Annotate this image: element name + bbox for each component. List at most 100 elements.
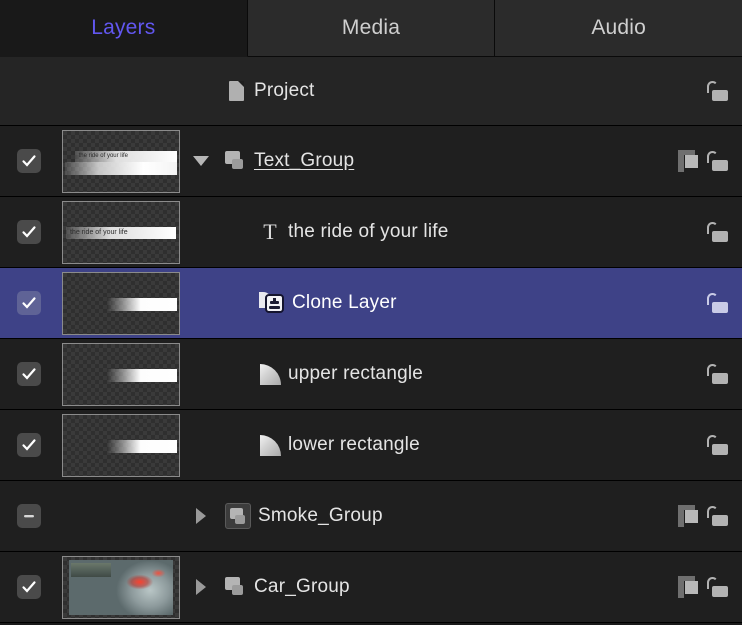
visibility-checkbox[interactable] — [17, 149, 41, 173]
checkmark-icon — [21, 295, 37, 311]
mask-icon-side-bar — [678, 580, 684, 598]
clone-layer-thumbnail[interactable] — [62, 272, 180, 335]
layer-name-text[interactable]: the ride of your life — [288, 221, 449, 243]
layer-name-lower-rectangle[interactable]: lower rectangle — [288, 434, 420, 456]
tab-layers-label: Layers — [91, 16, 155, 40]
checkmark-icon — [21, 437, 37, 453]
group-icon-boxed — [225, 503, 251, 529]
lower-rect-right-icons — [706, 434, 742, 456]
mask-icon[interactable] — [678, 576, 698, 598]
unlock-icon-body — [712, 231, 728, 242]
text-group-icon-wrap — [218, 151, 254, 171]
mask-icon-side-bar — [678, 509, 684, 527]
clone-stamp-icon-box — [265, 294, 284, 313]
stamp-cap — [270, 301, 279, 304]
mask-icon-square — [685, 510, 698, 523]
lower-rectangle-thumbnail[interactable] — [62, 414, 180, 477]
project-right-icons — [706, 80, 742, 102]
mask-icon-side-bar — [678, 154, 684, 172]
panel-tab-bar: Layers Media Audio — [0, 0, 742, 57]
mask-icon-square — [685, 155, 698, 168]
text-group-disclosure-slot — [184, 156, 218, 166]
chevron-right-icon[interactable] — [196, 579, 206, 595]
unlock-icon[interactable] — [706, 221, 728, 243]
text-layer-thumbnail[interactable]: the ride of your life — [62, 201, 180, 264]
visibility-checkbox[interactable] — [17, 291, 41, 315]
unlock-icon[interactable] — [706, 80, 728, 102]
clone-thumbnail-slot — [58, 272, 184, 335]
unlock-icon[interactable] — [706, 150, 728, 172]
tab-media[interactable]: Media — [248, 0, 496, 57]
visibility-checkbox-mixed[interactable] — [17, 504, 41, 528]
upper-rect-right-icons — [706, 363, 742, 385]
thumbnail-gradient-bar — [107, 369, 177, 382]
car-group-thumbnail[interactable] — [62, 556, 180, 619]
clone-stamp-icon — [259, 291, 285, 315]
unlock-icon[interactable] — [706, 292, 728, 314]
checkmark-icon — [21, 224, 37, 240]
unlock-icon[interactable] — [706, 363, 728, 385]
visibility-checkbox[interactable] — [17, 220, 41, 244]
unlock-icon-body — [712, 90, 728, 101]
mask-icon[interactable] — [678, 150, 698, 172]
thumbnail-gradient-bar — [107, 440, 177, 453]
upper-rect-thumbnail-slot — [58, 343, 184, 406]
layer-name-smoke-group[interactable]: Smoke_Group — [258, 505, 383, 527]
layer-row-smoke-group[interactable]: Smoke_Group — [0, 481, 742, 552]
clone-right-icons — [706, 292, 742, 314]
unlock-icon-body — [712, 515, 728, 526]
layer-name-clone-layer[interactable]: Clone Layer — [292, 292, 397, 314]
group-icon-front — [232, 585, 243, 595]
group-icon — [225, 151, 247, 171]
layer-name-upper-rectangle[interactable]: upper rectangle — [288, 363, 423, 385]
car-checkbox-slot — [0, 575, 58, 599]
layer-row-car-group[interactable]: Car_Group — [0, 552, 742, 623]
layer-name-car-group[interactable]: Car_Group — [254, 576, 350, 598]
mask-icon[interactable] — [678, 505, 698, 527]
layer-row-lower-rectangle[interactable]: lower rectangle — [0, 410, 742, 481]
thumbnail-text-bar: the ride of your life — [66, 227, 176, 239]
text-icon-wrap: T — [252, 221, 288, 243]
mask-icon-square — [685, 581, 698, 594]
text-layer-thumbnail-slot: the ride of your life — [58, 201, 184, 264]
unlock-icon-body — [712, 586, 728, 597]
text-group-right-icons — [678, 150, 742, 172]
lower-rect-checkbox-slot — [0, 433, 58, 457]
unlock-icon[interactable] — [706, 576, 728, 598]
shape-icon — [260, 364, 281, 385]
tab-layers[interactable]: Layers — [0, 0, 248, 57]
layer-row-project[interactable]: Project — [0, 57, 742, 126]
layer-row-upper-rectangle[interactable]: upper rectangle — [0, 339, 742, 410]
tab-media-label: Media — [342, 16, 400, 40]
layer-row-text[interactable]: the ride of your life T the ride of your… — [0, 197, 742, 268]
layer-row-clone-layer[interactable]: Clone Layer — [0, 268, 742, 339]
shape-icon — [260, 435, 281, 456]
text-group-thumbnail[interactable]: the ride of your life — [62, 130, 180, 193]
text-icon: T — [263, 221, 276, 243]
unlock-icon[interactable] — [706, 505, 728, 527]
chevron-right-icon[interactable] — [196, 508, 206, 524]
tab-audio-label: Audio — [591, 16, 646, 40]
upper-rect-icon-wrap — [252, 364, 288, 385]
car-icon-wrap — [218, 577, 254, 597]
thumbnail-gradient-bar — [65, 162, 177, 175]
car-right-icons — [678, 576, 742, 598]
chevron-down-icon[interactable] — [193, 156, 209, 166]
visibility-checkbox[interactable] — [17, 575, 41, 599]
text-right-icons — [706, 221, 742, 243]
tab-audio[interactable]: Audio — [495, 0, 742, 57]
visibility-checkbox[interactable] — [17, 433, 41, 457]
project-label[interactable]: Project — [254, 80, 315, 102]
group-icon — [225, 577, 247, 597]
layer-row-text-group[interactable]: the ride of your life Text_Group — [0, 126, 742, 197]
unlock-icon[interactable] — [706, 434, 728, 456]
text-checkbox-slot — [0, 220, 58, 244]
smoke-icon-wrap — [218, 503, 258, 529]
upper-rectangle-thumbnail[interactable] — [62, 343, 180, 406]
layer-name-text-group[interactable]: Text_Group — [254, 150, 354, 172]
document-icon-wrap — [218, 81, 254, 101]
unlock-icon-body — [712, 444, 728, 455]
layer-list[interactable]: Project the ride of your life — [0, 57, 742, 625]
lower-rect-icon-wrap — [252, 435, 288, 456]
visibility-checkbox[interactable] — [17, 362, 41, 386]
